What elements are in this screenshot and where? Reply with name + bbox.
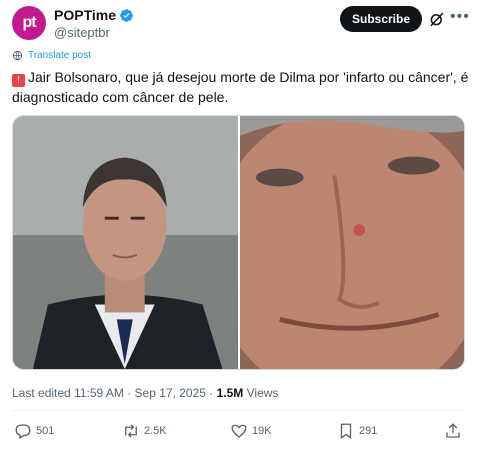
photo-closeup-right[interactable] bbox=[239, 116, 464, 369]
reply-icon bbox=[15, 424, 31, 439]
translate-icon bbox=[12, 50, 23, 61]
bookmark-button[interactable]: 291 bbox=[337, 422, 377, 440]
display-name-row[interactable]: POPTime bbox=[54, 6, 134, 24]
repost-button[interactable]: 2.5K bbox=[122, 422, 167, 440]
handle[interactable]: @siteptbr bbox=[54, 24, 134, 41]
bookmark-count: 291 bbox=[359, 425, 378, 437]
action-bar: 501 2.5K 19K 291 bbox=[14, 422, 464, 442]
repost-icon bbox=[125, 424, 137, 438]
views-label: Views bbox=[246, 386, 279, 400]
portrait-illustration bbox=[13, 116, 238, 369]
bookmark-icon bbox=[340, 423, 352, 440]
post-header: pt POPTime @siteptbr Subscribe ••• bbox=[12, 4, 469, 44]
post-meta: Last edited 11:59 AM · Sep 17, 2025 · 1.… bbox=[12, 386, 278, 400]
author-info: POPTime @siteptbr bbox=[54, 6, 134, 41]
photo-portrait-left[interactable] bbox=[13, 116, 238, 369]
avatar[interactable]: pt bbox=[12, 6, 46, 40]
edited-timestamp[interactable]: Last edited 11:59 AM · Sep 17, 2025 · bbox=[12, 386, 213, 400]
reply-button[interactable]: 501 bbox=[14, 422, 54, 440]
post-text: ! Jair Bolsonaro, que já desejou morte de… bbox=[12, 67, 472, 107]
views-count: 1.5M bbox=[216, 386, 244, 400]
subscribe-button[interactable]: Subscribe bbox=[340, 6, 422, 32]
verified-badge-icon bbox=[120, 8, 133, 22]
translate-post-link[interactable]: Translate post bbox=[12, 50, 91, 61]
share-icon bbox=[446, 423, 460, 438]
display-name[interactable]: POPTime bbox=[54, 6, 116, 24]
siren-emoji-icon: ! bbox=[12, 74, 25, 87]
like-button[interactable]: 19K bbox=[230, 422, 272, 440]
like-count: 19K bbox=[252, 425, 272, 437]
heart-icon bbox=[231, 424, 247, 438]
post-body: Jair Bolsonaro, que já desejou morte de … bbox=[12, 69, 469, 105]
translate-label[interactable]: Translate post bbox=[28, 50, 91, 61]
divider bbox=[12, 410, 466, 411]
grok-icon[interactable] bbox=[428, 10, 446, 28]
repost-count: 2.5K bbox=[144, 425, 167, 437]
more-options-icon[interactable]: ••• bbox=[450, 9, 469, 28]
closeup-illustration bbox=[239, 116, 464, 369]
share-button[interactable] bbox=[444, 422, 462, 440]
reply-count: 501 bbox=[36, 425, 55, 437]
post-media[interactable] bbox=[12, 115, 465, 370]
